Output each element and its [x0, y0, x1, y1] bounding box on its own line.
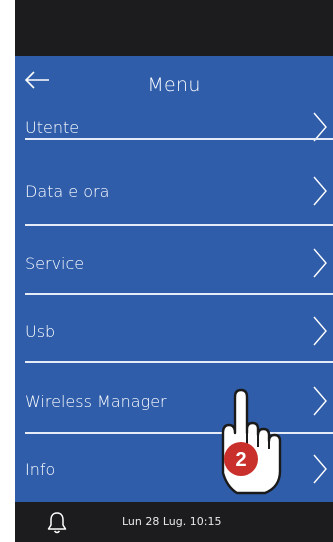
menu-item-label: Service	[25, 254, 85, 273]
datetime-display: Lun 28 Lug. 10:15	[122, 515, 222, 528]
step-number: 2	[235, 449, 246, 471]
bell-button[interactable]	[46, 511, 68, 535]
chevron-right-icon	[313, 176, 327, 206]
divider	[25, 224, 333, 226]
menu-item-label: Data e ora	[25, 182, 110, 201]
chevron-right-icon	[313, 454, 327, 484]
menu-item-label: Info	[25, 460, 56, 479]
status-bar: Lun 28 Lug. 10:15	[15, 502, 333, 542]
chevron-right-icon	[313, 386, 327, 416]
menu-item-label: Utente	[25, 118, 80, 137]
page-title: Menu	[147, 74, 201, 96]
divider	[25, 138, 333, 140]
menu-item-service[interactable]: Service	[15, 228, 333, 296]
divider	[25, 293, 333, 295]
chevron-right-icon	[313, 316, 327, 346]
chevron-right-icon	[313, 248, 327, 278]
header: Menu	[15, 56, 333, 106]
divider	[25, 361, 333, 363]
pointing-hand-icon: 2	[221, 388, 282, 495]
menu-item-label: Usb	[25, 322, 56, 341]
menu-item-usb[interactable]: Usb	[15, 297, 333, 365]
menu-item-label: Wireless Manager	[25, 392, 167, 411]
bell-icon	[47, 512, 67, 534]
menu-item-data-e-ora[interactable]: Data e ora	[15, 158, 333, 226]
